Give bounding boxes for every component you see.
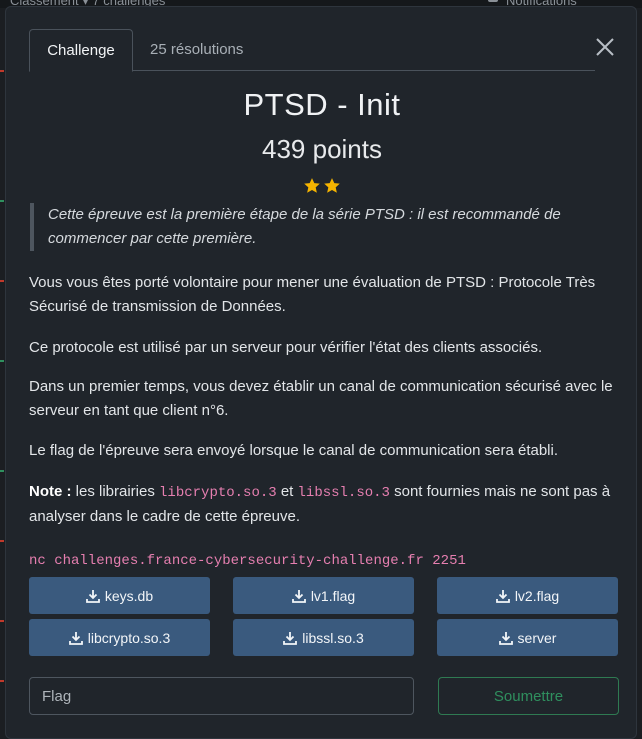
background-mark <box>0 280 4 282</box>
download-icon <box>85 589 100 603</box>
download-server-button[interactable]: server <box>437 619 618 656</box>
background-mark <box>0 200 4 202</box>
description-paragraph: Ce protocole est utilisé par un serveur … <box>29 339 543 356</box>
description-paragraph: Le flag de l'épreuve sera envoyé lorsque… <box>29 442 559 459</box>
flag-input[interactable] <box>29 677 414 715</box>
download-keys-db-button[interactable]: keys.db <box>29 577 210 614</box>
background-notification-icon <box>488 0 498 2</box>
tab-resolutions[interactable]: 25 résolutions <box>150 29 243 71</box>
file-label: keys.db <box>104 587 154 604</box>
modal-tabs: Challenge 25 résolutions <box>29 29 595 72</box>
tab-challenge[interactable]: Challenge <box>29 29 133 72</box>
download-libcrypto-button[interactable]: libcrypto.so.3 <box>29 619 210 656</box>
code-libcrypto: libcrypto.so.3 <box>159 485 277 501</box>
close-button[interactable] <box>591 33 619 61</box>
background-mark <box>0 620 4 622</box>
download-icon <box>291 589 306 603</box>
note-paragraph: Note : les librairies libcrypto.so.3 et … <box>29 480 619 529</box>
challenge-intro-quote: Cette épreuve est la première étape de l… <box>30 203 596 251</box>
background-mark <box>0 680 4 682</box>
file-label: server <box>517 629 557 646</box>
download-lv1-flag-button[interactable]: lv1.flag <box>233 577 414 614</box>
download-icon <box>495 589 510 603</box>
challenge-title: PTSD - Init <box>243 87 401 122</box>
star-icon <box>324 178 340 193</box>
submit-button[interactable]: Soumettre <box>438 677 619 715</box>
file-label: lv2.flag <box>514 587 560 604</box>
file-label: lv1.flag <box>310 587 356 604</box>
download-libssl-button[interactable]: libssl.so.3 <box>233 619 414 656</box>
difficulty-stars <box>6 177 638 197</box>
challenge-modal: Challenge 25 résolutions PTSD - Init 439… <box>5 6 637 739</box>
download-lv2-flag-button[interactable]: lv2.flag <box>437 577 618 614</box>
background-mark <box>0 70 4 72</box>
download-icon <box>68 631 83 645</box>
background-mark <box>0 360 4 362</box>
connection-command: nc challenges.france-cybersecurity-chall… <box>29 553 466 569</box>
background-mark <box>0 540 4 542</box>
note-text: les librairies <box>71 483 160 500</box>
description-paragraph: Dans un premier temps, vous devez établi… <box>29 378 613 419</box>
file-label: libssl.so.3 <box>302 629 364 646</box>
close-icon <box>596 38 614 56</box>
code-libssl: libssl.so.3 <box>297 485 390 501</box>
description-paragraph: Vous vous êtes porté volontaire pour men… <box>29 274 596 315</box>
download-icon <box>498 631 513 645</box>
file-label: libcrypto.so.3 <box>87 629 171 646</box>
download-icon <box>283 631 298 645</box>
background-mark <box>0 470 4 472</box>
challenge-points: 439 points <box>262 134 382 164</box>
note-text: et <box>276 483 298 500</box>
star-icon <box>304 178 320 193</box>
note-label: Note : <box>29 483 72 500</box>
